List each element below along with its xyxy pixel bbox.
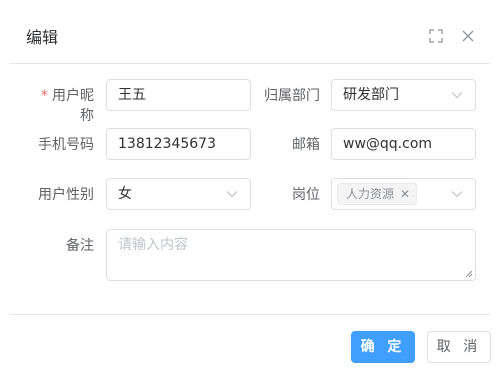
close-button[interactable] bbox=[460, 28, 476, 44]
position-label: 岗位 bbox=[292, 187, 320, 203]
chevron-down-icon bbox=[226, 190, 238, 198]
dialog-title: 编辑 bbox=[26, 28, 59, 47]
email-input[interactable]: ww@qq.com bbox=[331, 128, 476, 160]
edit-user-dialog: 编辑 * 用户昵称 王五 归属部门 研发部门 手机号码 13812345673 邮… bbox=[0, 0, 500, 378]
email-label: 邮箱 bbox=[292, 137, 320, 153]
gender-value: 女 bbox=[118, 186, 132, 202]
position-select[interactable]: 人力资源 ✕ bbox=[331, 178, 476, 210]
fullscreen-icon bbox=[429, 29, 443, 43]
chevron-down-icon bbox=[451, 91, 463, 99]
confirm-button[interactable]: 确 定 bbox=[351, 331, 415, 363]
tag-close-icon[interactable]: ✕ bbox=[400, 184, 410, 204]
phone-label: 手机号码 bbox=[38, 137, 94, 153]
dialog-header: 编辑 bbox=[0, 0, 500, 64]
required-mark: * bbox=[41, 88, 48, 104]
header-divider bbox=[10, 63, 490, 64]
remark-placeholder: 请输入内容 bbox=[118, 237, 188, 253]
chevron-down-icon bbox=[451, 190, 463, 198]
nickname-label: * 用户昵称 bbox=[28, 86, 94, 126]
cancel-button[interactable]: 取 消 bbox=[427, 331, 491, 363]
remark-textarea[interactable]: 请输入内容 bbox=[106, 229, 476, 281]
phone-value: 13812345673 bbox=[118, 136, 216, 152]
fullscreen-button[interactable] bbox=[428, 28, 444, 44]
email-value: ww@qq.com bbox=[343, 136, 433, 152]
remark-label: 备注 bbox=[66, 238, 94, 254]
phone-input[interactable]: 13812345673 bbox=[106, 128, 251, 160]
position-tag: 人力资源 ✕ bbox=[337, 183, 418, 205]
gender-label: 用户性别 bbox=[38, 187, 94, 203]
department-select[interactable]: 研发部门 bbox=[331, 79, 476, 111]
resize-handle-icon[interactable] bbox=[465, 270, 473, 278]
footer-divider bbox=[10, 314, 490, 315]
position-tag-label: 人力资源 bbox=[346, 187, 395, 201]
close-icon bbox=[462, 30, 474, 42]
nickname-input[interactable]: 王五 bbox=[106, 79, 251, 111]
department-value: 研发部门 bbox=[343, 87, 399, 103]
nickname-label-text: 用户昵称 bbox=[52, 88, 94, 124]
nickname-value: 王五 bbox=[118, 87, 146, 103]
gender-select[interactable]: 女 bbox=[106, 178, 251, 210]
department-label: 归属部门 bbox=[264, 88, 320, 104]
